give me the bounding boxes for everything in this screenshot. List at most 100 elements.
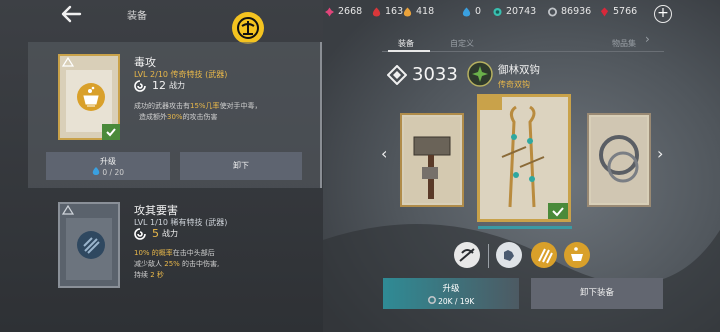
skill-card-art bbox=[66, 70, 112, 132]
blue-flame-icon bbox=[92, 167, 100, 175]
selected-underline bbox=[478, 226, 572, 229]
equipped-check-icon bbox=[102, 124, 120, 140]
rare-emblem-icon bbox=[62, 205, 74, 215]
weapon-card-left[interactable] bbox=[400, 113, 464, 207]
desc-text: 使对手中毒， bbox=[219, 102, 262, 110]
upgrade-weapon-cost-value: 20K / 19K bbox=[438, 297, 475, 306]
skill-power: 5 战力 bbox=[134, 227, 178, 240]
hammer-weapon-art bbox=[404, 117, 460, 203]
weapon-score-value: 3033 bbox=[412, 64, 458, 85]
resource-value: 2668 bbox=[338, 6, 363, 17]
skill-description: 10% 的概率在击中头部后 减少敌人 25% 的击中伤害, 持续 2 秒 bbox=[134, 248, 314, 281]
resource-teal-coin: 20743 bbox=[493, 6, 536, 17]
page-title: 装备 bbox=[127, 11, 147, 22]
desc-text: 的攻击伤害 bbox=[182, 113, 218, 121]
resource-value: 0 bbox=[475, 6, 482, 17]
skill-name: 攻其要害 bbox=[134, 204, 178, 217]
unequip-label: 卸下 bbox=[233, 161, 249, 170]
legendary-emblem-icon bbox=[62, 57, 74, 67]
skill-unequip-button[interactable]: 卸下 bbox=[180, 152, 302, 180]
desc-highlight: 25% bbox=[164, 260, 180, 268]
skill-power: 12 战力 bbox=[134, 79, 185, 92]
fist-ability-icon[interactable] bbox=[495, 241, 523, 269]
resource-red-flame: 163 bbox=[372, 6, 403, 17]
back-arrow-icon[interactable] bbox=[60, 4, 82, 24]
power-diamond-icon bbox=[387, 64, 407, 85]
teal-coin-icon bbox=[493, 7, 502, 16]
red-crystal-icon bbox=[600, 7, 609, 16]
skill-card bbox=[58, 202, 120, 288]
skill-upgrade-button[interactable]: 升级 0 / 20 bbox=[46, 152, 170, 180]
skill-slot-selected[interactable]: 毒攻 LVL 2/10 传奇特技 (武器) 12 战力 成功的武器攻击有15%几… bbox=[28, 42, 322, 188]
upgrade-weapon-cost: 20K / 19K bbox=[383, 296, 519, 306]
upgrade-label: 升级 bbox=[100, 157, 116, 166]
desc-text: 成功的武器攻击有 bbox=[134, 102, 190, 110]
hook-swords-weapon-art bbox=[480, 97, 568, 219]
resource-value: 163 bbox=[385, 6, 404, 17]
weapon-card-right[interactable] bbox=[587, 113, 651, 207]
prev-weapon-arrow-icon[interactable]: ‹ bbox=[381, 144, 387, 163]
weapon-name: 御林双钩 bbox=[498, 64, 540, 76]
desc-text: 持续 bbox=[134, 271, 151, 279]
tab-equipment[interactable]: 装备 bbox=[398, 38, 414, 49]
desc-highlight: 10% 的概率 bbox=[134, 249, 173, 257]
skill-description: 成功的武器攻击有15%几率使对手中毒， 造成额外30%的攻击伤害 bbox=[134, 101, 314, 123]
skill-card-art bbox=[66, 218, 112, 280]
tab-item-sets[interactable]: 物品集 bbox=[612, 38, 636, 49]
skill-power-value: 5 bbox=[152, 227, 159, 240]
power-swirl-icon bbox=[134, 227, 146, 240]
blue-flame-icon bbox=[462, 7, 471, 16]
strike-weakpoint-icon bbox=[77, 231, 105, 259]
upgrade-weapon-button[interactable]: 升级 20K / 19K bbox=[383, 278, 519, 309]
grey-ring-icon bbox=[548, 7, 557, 16]
pink-gem-icon bbox=[325, 7, 334, 16]
desc-text: 造成额外 bbox=[139, 113, 167, 121]
resource-grey-ring: 86936 bbox=[548, 6, 591, 17]
resource-blue-flame: 0 bbox=[462, 6, 481, 17]
upgrade-cost-value: 0 / 20 bbox=[102, 168, 124, 177]
skill-power-label: 战力 bbox=[162, 229, 178, 238]
tab-next-chevron-icon[interactable]: › bbox=[645, 32, 650, 46]
resource-value: 5766 bbox=[613, 6, 638, 17]
resource-red-crystal: 5766 bbox=[600, 6, 637, 17]
power-swirl-icon bbox=[134, 79, 146, 92]
desc-highlight: 15%几率 bbox=[190, 102, 220, 110]
skill-power-label: 战力 bbox=[169, 81, 185, 90]
tab-customize[interactable]: 自定义 bbox=[450, 38, 474, 49]
desc-text: 减少敌人 bbox=[134, 260, 165, 268]
unequip-weapon-button[interactable]: 卸下装备 bbox=[531, 278, 663, 309]
weapon-type: 传奇双钩 bbox=[498, 80, 530, 89]
chip-divider bbox=[488, 244, 489, 268]
skill-power-value: 12 bbox=[152, 79, 166, 92]
brand-logo bbox=[232, 12, 264, 44]
equipped-check-icon bbox=[548, 203, 568, 219]
upgrade-cost: 0 / 20 bbox=[46, 167, 170, 177]
desc-text: 的击中伤害, bbox=[179, 260, 220, 268]
resource-value: 86936 bbox=[561, 6, 592, 17]
legendary-emblem-icon bbox=[480, 96, 502, 110]
skill-name: 毒攻 bbox=[134, 56, 156, 69]
resource-orange-flame: 418 bbox=[403, 6, 434, 17]
skill-card bbox=[58, 54, 120, 140]
add-currency-button[interactable]: + bbox=[654, 5, 672, 23]
weapon-card-selected[interactable] bbox=[477, 94, 571, 222]
grey-ring-icon bbox=[427, 296, 436, 304]
poison-cup-icon bbox=[77, 83, 105, 111]
orange-flame-icon bbox=[403, 7, 412, 16]
resource-value: 20743 bbox=[506, 6, 537, 17]
ring-blades-weapon-art bbox=[591, 117, 647, 203]
weapon-score: 3033 bbox=[387, 64, 458, 85]
resource-value: 418 bbox=[416, 6, 435, 17]
next-weapon-arrow-icon[interactable]: › bbox=[657, 144, 663, 163]
stance-ability-icon[interactable] bbox=[453, 241, 481, 269]
poison-ability-icon[interactable] bbox=[563, 241, 591, 269]
claw-ability-icon[interactable] bbox=[530, 241, 558, 269]
tab-active-indicator bbox=[388, 50, 430, 52]
upgrade-weapon-label: 升级 bbox=[442, 284, 460, 294]
equipment-screen: 装备 2668 163 418 0 20743 86936 5766 + 毒攻 … bbox=[0, 0, 720, 332]
weapon-set-badge-icon[interactable] bbox=[467, 61, 493, 87]
desc-text: 在击中头部后 bbox=[172, 249, 215, 257]
resource-pink-gem: 2668 bbox=[325, 6, 362, 17]
skill-slot[interactable]: 攻其要害 LVL 1/10 稀有特技 (武器) 5 战力 10% 的概率在击中头… bbox=[28, 190, 322, 332]
red-flame-icon bbox=[372, 7, 381, 16]
